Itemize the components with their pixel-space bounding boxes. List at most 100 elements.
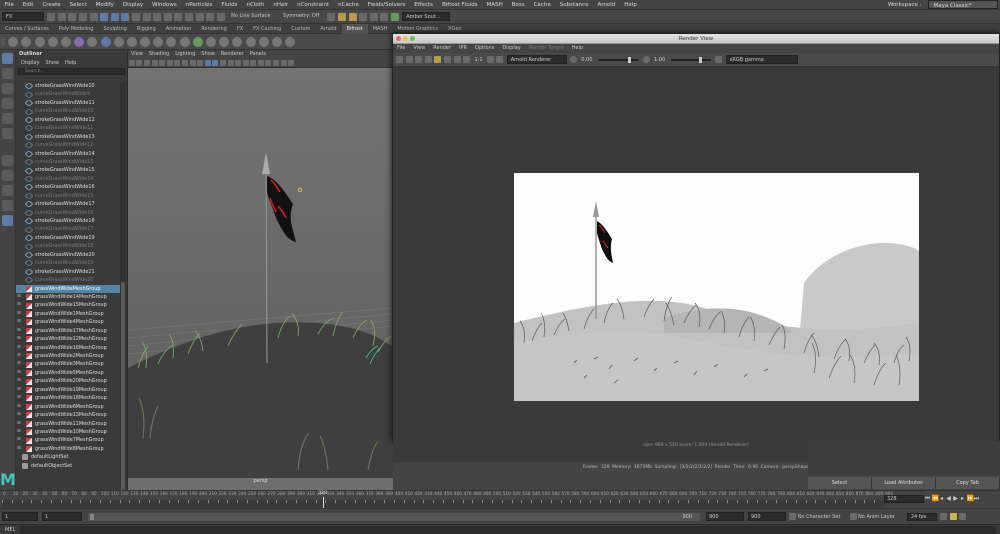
expand-icon[interactable]: ⊞ xyxy=(16,428,22,436)
outliner-item[interactable]: strokeGrassWindWide21 xyxy=(16,267,120,277)
gamma-icon[interactable] xyxy=(642,56,650,63)
go-to-start-icon[interactable]: ⏮ xyxy=(925,496,931,502)
render-menu-help[interactable]: Help xyxy=(568,44,587,53)
open-scene-icon[interactable] xyxy=(57,12,66,21)
shelf-tab-fx[interactable]: FX xyxy=(232,24,248,34)
shelf-tool-icon-1[interactable] xyxy=(8,36,19,47)
mask-icon[interactable] xyxy=(132,12,141,21)
textured-icon[interactable] xyxy=(227,60,234,66)
step-back-key-icon[interactable]: ⏪ xyxy=(932,496,939,502)
image-plane-icon[interactable] xyxy=(151,60,158,66)
outliner-item[interactable]: curveGrassWindWide14 xyxy=(16,174,120,184)
gamma-slider[interactable] xyxy=(671,56,712,63)
shelf-tool-icon-13[interactable] xyxy=(166,36,177,47)
snap-grid-icon[interactable] xyxy=(163,12,172,21)
outliner-item[interactable]: ⊞ grassWindWide13MeshGroup xyxy=(16,411,120,419)
mask-icon-2[interactable] xyxy=(142,12,151,21)
outliner-item[interactable]: strokeGrassWindWide19 xyxy=(16,233,120,243)
shelf-tab-sculpting[interactable]: Sculpting xyxy=(98,24,131,34)
ipr-icon[interactable] xyxy=(405,56,413,63)
shelf-tool-icon-21[interactable] xyxy=(271,36,282,47)
outliner-item[interactable]: ⊞ grassWindWide18MeshGroup xyxy=(16,394,120,402)
shelf-tab-motion-graphics[interactable]: Motion Graphics xyxy=(392,24,443,34)
step-forward-icon[interactable]: ▸ xyxy=(960,496,966,502)
shadows-icon[interactable] xyxy=(242,60,249,66)
outliner-item[interactable]: ⊞ grassWindWide11MeshGroup xyxy=(16,420,120,428)
select-component-icon[interactable] xyxy=(121,12,130,21)
render-menu-display[interactable]: Display xyxy=(498,44,524,53)
zoom-ratio[interactable]: 1:1 xyxy=(474,57,482,63)
paint-select-icon[interactable] xyxy=(2,83,13,94)
shelf-tool-icon-22[interactable] xyxy=(285,36,296,47)
snap-curve-icon[interactable] xyxy=(174,12,183,21)
menu-nparticles[interactable]: nParticles xyxy=(181,0,217,10)
shelf-tool-icon-12[interactable] xyxy=(153,36,164,47)
snapshot-icon[interactable] xyxy=(434,56,442,63)
outliner-item[interactable]: curveGrassWindWide17 xyxy=(16,225,120,234)
motion-blur-icon[interactable] xyxy=(257,60,264,66)
outliner-scroll-thumb[interactable] xyxy=(121,282,125,492)
anim-start-field[interactable]: 1 xyxy=(42,512,82,521)
menuset-select[interactable]: FX xyxy=(2,12,44,21)
anim-layer-label[interactable]: No Anim Layer xyxy=(858,514,895,520)
ao-icon[interactable] xyxy=(250,60,257,66)
move-tool-icon[interactable] xyxy=(2,98,13,109)
shelf-tab-xgen[interactable]: XGen xyxy=(443,24,467,34)
color-space-select[interactable]: sRGB gamma xyxy=(725,55,798,64)
time-cursor[interactable] xyxy=(323,497,325,508)
outliner-item[interactable]: strokeGrassWindWide10 xyxy=(16,82,120,91)
viewport-panel[interactable]: View Shading Lighting Show Renderer Panels xyxy=(128,50,393,490)
fps-select[interactable]: 24 fps xyxy=(906,512,937,521)
snap-surface-icon[interactable] xyxy=(206,12,215,21)
gate-mask-icon[interactable] xyxy=(181,60,188,66)
expand-icon[interactable]: ⊞ xyxy=(16,360,22,368)
shelf-tool-icon-14[interactable] xyxy=(179,36,190,47)
outliner-item[interactable]: ⊞ grassWindWide5MeshGroup xyxy=(16,369,120,377)
select-object-icon[interactable] xyxy=(110,12,119,21)
menu-create[interactable]: Create xyxy=(38,0,65,10)
outliner-item[interactable]: curveGrassWindWide18 xyxy=(16,242,120,251)
outliner-item[interactable]: strokeGrassWindWide20 xyxy=(16,250,120,260)
character-set-icon[interactable] xyxy=(789,513,797,520)
render-menu-options[interactable]: Options xyxy=(471,44,498,53)
minimize-window-icon[interactable] xyxy=(403,36,408,41)
shelf-tab-rendering[interactable]: Rendering xyxy=(196,24,232,34)
isolate-icon[interactable] xyxy=(273,60,280,66)
viewport-menu-view[interactable]: View xyxy=(128,50,146,59)
step-back-icon[interactable]: ◂ xyxy=(939,496,945,502)
smooth-shade-icon[interactable] xyxy=(212,60,219,66)
outliner-item[interactable]: ⊞ grassWindWide8MeshGroup xyxy=(16,445,120,453)
preferences-icon[interactable] xyxy=(959,513,967,520)
shelf-tool-icon-2[interactable] xyxy=(21,36,32,47)
viewport-menu-panels[interactable]: Panels xyxy=(247,50,269,59)
camera-select-icon[interactable] xyxy=(128,60,135,66)
outliner-scrollbar[interactable] xyxy=(120,82,126,492)
outliner-item[interactable]: strokeGrassWindWide12 xyxy=(16,115,120,125)
menu-select[interactable]: Select xyxy=(65,0,91,10)
viewport-menu-shading[interactable]: Shading xyxy=(146,50,172,59)
refresh-icon[interactable] xyxy=(415,56,423,63)
outliner-item[interactable]: curveGrassWindWide12 xyxy=(16,141,120,150)
layout-persp-outliner-icon[interactable] xyxy=(2,185,13,196)
menu-nconstraint[interactable]: nConstraint xyxy=(293,0,334,10)
expand-icon[interactable]: ⊞ xyxy=(16,310,22,318)
expand-icon[interactable]: ⊞ xyxy=(16,369,22,377)
camera-attributes-icon[interactable] xyxy=(136,60,143,66)
shelf-tab-curves-surfaces[interactable]: Curves / Surfaces xyxy=(0,24,54,34)
end-frame-field[interactable]: 900 xyxy=(748,512,786,521)
outliner-item[interactable]: ⊞ grassWindWide17MeshGroup xyxy=(16,327,120,335)
menu-modify[interactable]: Modify xyxy=(91,0,118,10)
outliner-menu-display[interactable]: Display xyxy=(18,59,42,68)
save-scene-icon[interactable] xyxy=(68,12,77,21)
go-to-end-icon[interactable]: ⏭ xyxy=(974,496,980,502)
shelf-tool-icon-3[interactable] xyxy=(34,36,45,47)
step-forward-key-icon[interactable]: ⏩ xyxy=(967,496,974,502)
remove-image-icon[interactable] xyxy=(496,56,504,63)
expand-icon[interactable]: ⊞ xyxy=(16,293,22,301)
outliner-item[interactable]: ⊞ grassWindWide7MeshGroup xyxy=(16,436,120,444)
redo-icon[interactable] xyxy=(89,12,98,21)
render-menu-view[interactable]: View xyxy=(409,44,429,53)
render-menu-file[interactable]: File xyxy=(393,44,409,53)
outliner-item[interactable]: ⊞ grassWindWide12MeshGroup xyxy=(16,335,120,343)
outliner-item[interactable]: ⊞ grassWindWide1MeshGroup xyxy=(16,310,120,318)
